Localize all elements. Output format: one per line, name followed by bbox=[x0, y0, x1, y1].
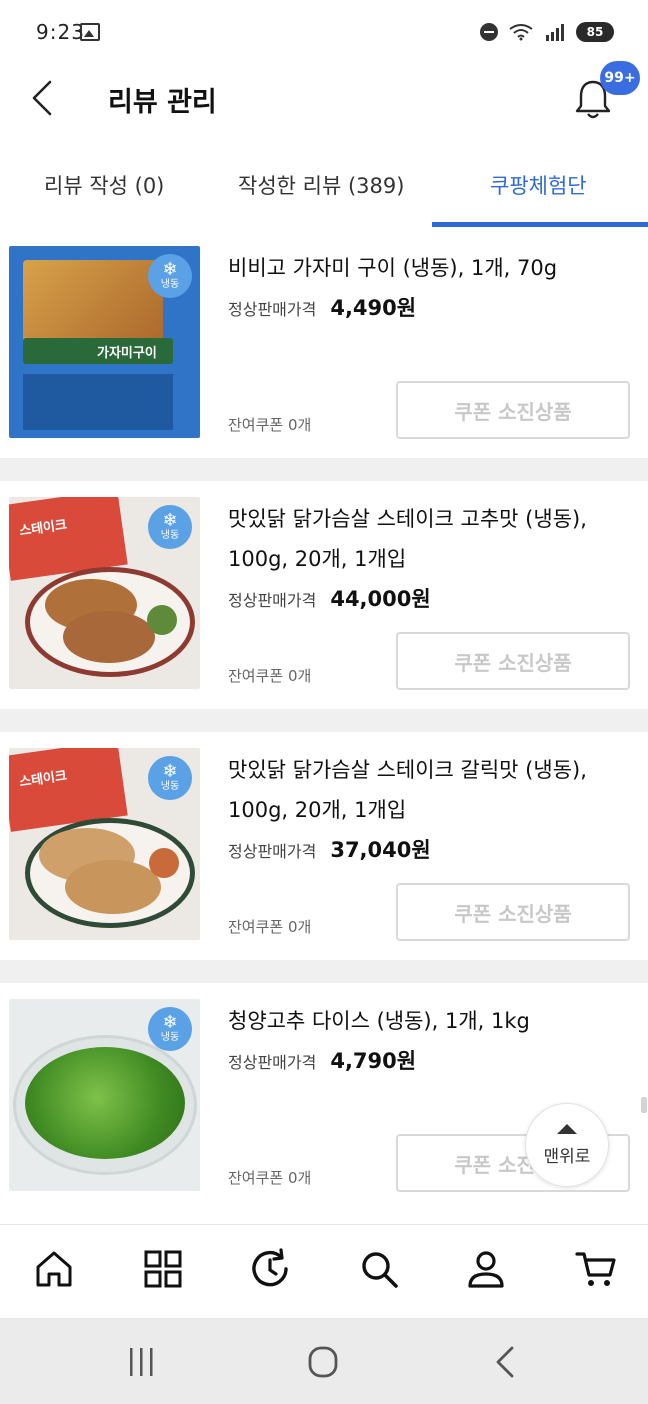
notification-count-badge: 99+ bbox=[600, 61, 640, 95]
product-name[interactable]: 맛있닭 닭가슴살 스테이크 고추맛 (냉동), 100g, 20개, 1개입 bbox=[228, 499, 628, 579]
product-thumbnail[interactable]: 가자미구이 ❄ 냉동 bbox=[9, 246, 200, 438]
up-arrow-icon bbox=[557, 1123, 577, 1134]
snowflake-icon: ❄ bbox=[162, 761, 178, 782]
frozen-badge: ❄ 냉동 bbox=[148, 1007, 192, 1051]
coupon-remaining: 잔여쿠폰 0개 bbox=[228, 918, 312, 936]
tab-written-reviews[interactable]: 작성한 리뷰 (389) bbox=[238, 170, 404, 200]
cart-icon[interactable] bbox=[574, 1247, 618, 1291]
frozen-badge: ❄ 냉동 bbox=[148, 254, 192, 298]
review-tabs: 리뷰 작성 (0) 작성한 리뷰 (389) 쿠팡체험단 bbox=[0, 150, 648, 230]
price-value: 37,040원 bbox=[330, 838, 431, 862]
thumbnail-label: 가자미구이 bbox=[97, 346, 157, 361]
system-navigation-bar bbox=[0, 1318, 648, 1404]
gallery-notification-icon bbox=[80, 23, 100, 41]
recent-history-icon[interactable] bbox=[248, 1247, 292, 1291]
divider bbox=[0, 458, 648, 481]
snowflake-icon: ❄ bbox=[162, 1012, 178, 1033]
coupon-remaining: 잔여쿠폰 0개 bbox=[228, 1169, 312, 1187]
search-icon[interactable] bbox=[357, 1247, 401, 1291]
coupon-sold-out-button[interactable]: 쿠폰 소진상품 bbox=[396, 632, 630, 690]
coupon-sold-out-button[interactable]: 쿠폰 소진상품 bbox=[396, 883, 630, 941]
status-icons: 85 bbox=[480, 22, 614, 42]
page-title: 리뷰 관리 bbox=[108, 87, 217, 118]
battery-indicator: 85 bbox=[576, 22, 614, 42]
divider bbox=[0, 709, 648, 732]
frozen-badge: ❄ 냉동 bbox=[148, 505, 192, 549]
product-name[interactable]: 비비고 가자미 구이 (냉동), 1개, 70g bbox=[228, 248, 628, 288]
product-list: 가자미구이 ❄ 냉동 비비고 가자미 구이 (냉동), 1개, 70g 정상판매가… bbox=[0, 230, 648, 1211]
product-card[interactable]: 스테이크 ❄ 냉동 맛있닭 닭가슴살 스테이크 갈릭맛 (냉동), 100g, 2… bbox=[0, 732, 648, 960]
price-row: 정상판매가격 37,040원 bbox=[228, 834, 431, 864]
divider bbox=[0, 960, 648, 983]
tab-write-review[interactable]: 리뷰 작성 (0) bbox=[44, 170, 164, 200]
price-row: 정상판매가격 4,490원 bbox=[228, 292, 416, 322]
price-row: 정상판매가격 4,790원 bbox=[228, 1045, 416, 1075]
back-arrow-icon[interactable] bbox=[28, 78, 58, 118]
active-tab-indicator bbox=[432, 222, 648, 227]
status-bar: 9:23 85 bbox=[0, 0, 648, 64]
price-label: 정상판매가격 bbox=[228, 300, 317, 319]
home-icon[interactable] bbox=[32, 1247, 76, 1291]
frozen-badge: ❄ 냉동 bbox=[148, 756, 192, 800]
product-thumbnail[interactable]: 스테이크 ❄ 냉동 bbox=[9, 497, 200, 689]
product-thumbnail[interactable]: 스테이크 ❄ 냉동 bbox=[9, 748, 200, 940]
scrollbar-thumb[interactable] bbox=[641, 1097, 647, 1113]
coupon-remaining: 잔여쿠폰 0개 bbox=[228, 416, 312, 434]
coupon-remaining: 잔여쿠폰 0개 bbox=[228, 667, 312, 685]
tab-coupang-experience[interactable]: 쿠팡체험단 bbox=[490, 170, 587, 200]
scroll-to-top-button[interactable]: 맨위로 bbox=[525, 1103, 609, 1187]
price-value: 4,490원 bbox=[330, 296, 417, 320]
category-grid-icon[interactable] bbox=[141, 1247, 185, 1291]
price-label: 정상판매가격 bbox=[228, 1053, 317, 1072]
snowflake-icon: ❄ bbox=[162, 259, 178, 280]
status-time: 9:23 bbox=[36, 20, 85, 44]
product-card[interactable]: 스테이크 ❄ 냉동 맛있닭 닭가슴살 스테이크 고추맛 (냉동), 100g, 2… bbox=[0, 481, 648, 709]
home-circle-icon[interactable] bbox=[303, 1344, 343, 1380]
product-thumbnail[interactable]: ❄ 냉동 bbox=[9, 999, 200, 1191]
product-card[interactable]: 가자미구이 ❄ 냉동 비비고 가자미 구이 (냉동), 1개, 70g 정상판매가… bbox=[0, 230, 648, 458]
recent-apps-icon[interactable] bbox=[122, 1344, 162, 1380]
price-value: 4,790원 bbox=[330, 1049, 417, 1073]
product-name[interactable]: 맛있닭 닭가슴살 스테이크 갈릭맛 (냉동), 100g, 20개, 1개입 bbox=[228, 750, 628, 830]
my-account-icon[interactable] bbox=[464, 1247, 508, 1291]
snowflake-icon: ❄ bbox=[162, 510, 178, 531]
coupon-sold-out-button[interactable]: 쿠폰 소진상품 bbox=[396, 381, 630, 439]
price-value: 44,000원 bbox=[330, 587, 431, 611]
signal-icon bbox=[546, 24, 564, 41]
price-row: 정상판매가격 44,000원 bbox=[228, 583, 431, 613]
bottom-navigation bbox=[0, 1224, 648, 1318]
back-icon[interactable] bbox=[486, 1344, 526, 1380]
app-header: 리뷰 관리 bbox=[0, 64, 648, 144]
wifi-icon bbox=[509, 24, 533, 41]
do-not-disturb-icon bbox=[480, 23, 498, 41]
scroll-to-top-label: 맨위로 bbox=[543, 1146, 591, 1167]
price-label: 정상판매가격 bbox=[228, 842, 317, 861]
price-label: 정상판매가격 bbox=[228, 591, 317, 610]
product-name[interactable]: 청양고추 다이스 (냉동), 1개, 1kg bbox=[228, 1001, 628, 1041]
